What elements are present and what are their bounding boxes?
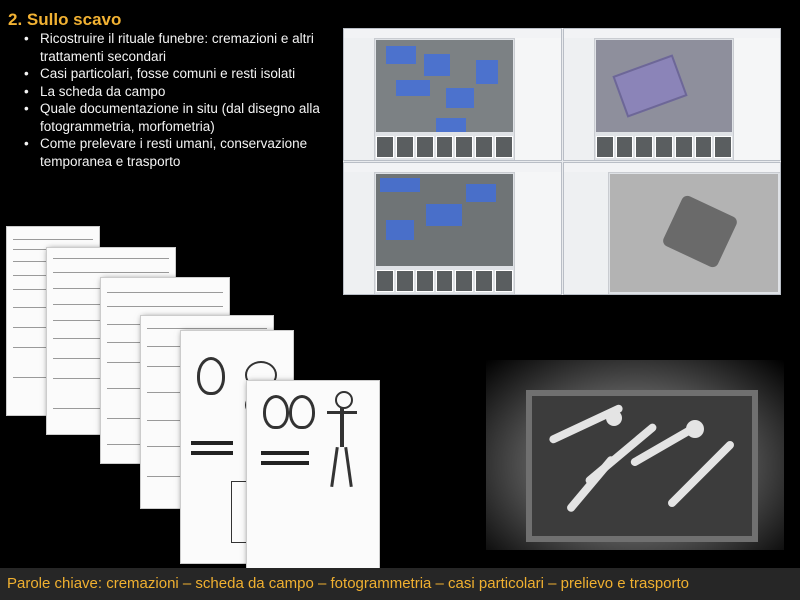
bullet-item: La scheda da campo: [22, 83, 342, 101]
excavation-photo: [486, 360, 784, 550]
software-window-mesh: [563, 162, 781, 295]
skeleton-diagram-sheet: [246, 380, 380, 570]
keywords-text: Parole chiave: cremazioni – scheda da ca…: [7, 575, 690, 592]
bullet-item: Casi particolari, fosse comuni e resti i…: [22, 65, 342, 83]
bullet-item: Come prelevare i resti umani, conservazi…: [22, 135, 342, 170]
software-window-masks: [343, 28, 562, 161]
bullet-item: Quale documentazione in situ (dal disegn…: [22, 100, 342, 135]
bullet-item: Ricostruire il rituale funebre: cremazio…: [22, 30, 342, 65]
keywords-bar: Parole chiave: cremazioni – scheda da ca…: [0, 568, 800, 600]
software-window-cloud: [343, 162, 562, 295]
slide-title: 2. Sullo scavo: [8, 10, 122, 29]
photogrammetry-screenshot-mosaic: [343, 28, 781, 295]
software-window-model: [563, 28, 781, 161]
bullet-list: Ricostruire il rituale funebre: cremazio…: [22, 30, 342, 170]
